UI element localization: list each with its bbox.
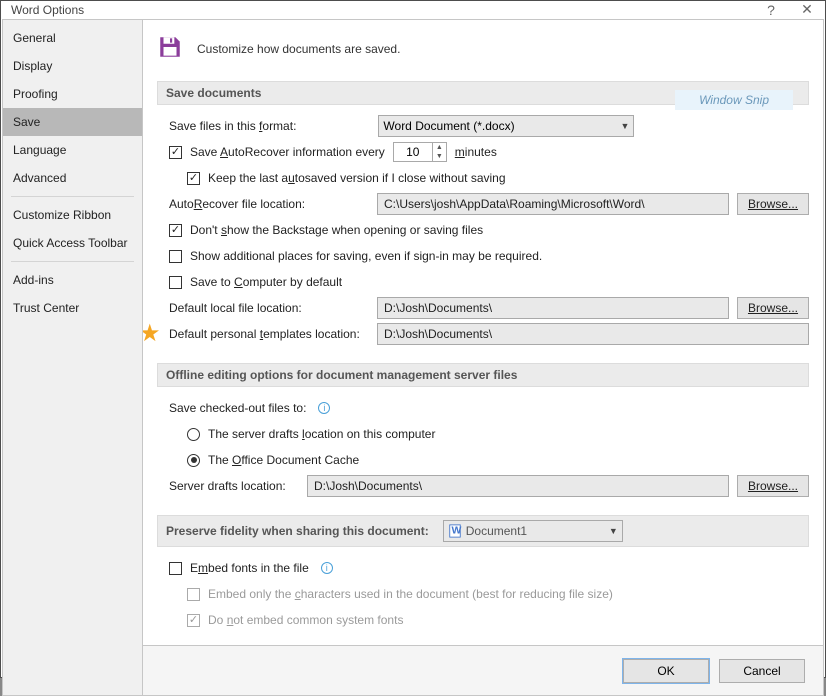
- section-offline-editing: Offline editing options for document man…: [157, 363, 809, 387]
- sidebar-separator: [11, 261, 134, 262]
- server-drafts-browse-button[interactable]: Browse...: [737, 475, 809, 497]
- autorecover-label: Save AutoRecover information every: [190, 145, 385, 159]
- titlebar: Word Options ? ✕: [1, 1, 825, 18]
- sidebar-item-trust-center[interactable]: Trust Center: [3, 294, 142, 322]
- content-pane: Window Snip Customize how documents are …: [143, 20, 823, 695]
- sidebar-item-general[interactable]: General: [3, 24, 142, 52]
- info-icon[interactable]: i: [321, 562, 333, 574]
- embed-fonts-checkbox[interactable]: [169, 562, 182, 575]
- default-local-location-label: Default local file location:: [169, 301, 369, 315]
- do-not-embed-common-label: Do not embed common system fonts: [208, 613, 403, 627]
- dialog-footer: OK Cancel: [143, 645, 823, 695]
- save-format-value: Word Document (*.docx): [383, 119, 514, 133]
- dont-show-backstage-label: Don't show the Backstage when opening or…: [190, 223, 483, 237]
- page-header: Customize how documents are saved.: [197, 42, 400, 56]
- personal-templates-input[interactable]: D:\Josh\Documents\: [377, 323, 809, 345]
- office-cache-radio-label: The Office Document Cache: [208, 453, 359, 467]
- autorecover-location-label: AutoRecover file location:: [169, 197, 369, 211]
- server-drafts-radio[interactable]: [187, 428, 200, 441]
- preserve-fidelity-label: Preserve fidelity when sharing this docu…: [166, 524, 429, 538]
- sidebar-item-add-ins[interactable]: Add-ins: [3, 266, 142, 294]
- preserve-document-dropdown[interactable]: W Document1 ▼: [443, 520, 623, 542]
- dialog-title: Word Options: [11, 3, 84, 17]
- default-local-browse-button[interactable]: Browse...: [737, 297, 809, 319]
- star-marker-icon: ★: [143, 319, 161, 348]
- word-doc-icon: W: [448, 524, 462, 538]
- window-snip-label: Window Snip: [675, 90, 793, 110]
- chevron-down-icon: ▼: [620, 121, 629, 131]
- sidebar-item-quick-access[interactable]: Quick Access Toolbar: [3, 229, 142, 257]
- help-button[interactable]: ?: [753, 2, 789, 18]
- checked-out-label: Save checked-out files to:: [169, 401, 306, 415]
- category-sidebar: General Display Proofing Save Language A…: [3, 20, 143, 695]
- minutes-label: minutes: [455, 145, 497, 159]
- autorecover-minutes-spinner[interactable]: 10 ▲▼: [393, 142, 447, 162]
- word-options-dialog: Word Options ? ✕ General Display Proofin…: [0, 0, 826, 678]
- embed-only-characters-checkbox: [187, 588, 200, 601]
- sidebar-separator: [11, 196, 134, 197]
- save-to-computer-label: Save to Computer by default: [190, 275, 342, 289]
- sidebar-item-language[interactable]: Language: [3, 136, 142, 164]
- close-button[interactable]: ✕: [789, 1, 825, 18]
- personal-templates-label: Default personal templates location:: [169, 327, 369, 341]
- sidebar-item-save[interactable]: Save: [3, 108, 142, 136]
- autorecover-location-input[interactable]: C:\Users\josh\AppData\Roaming\Microsoft\…: [377, 193, 729, 215]
- sidebar-item-display[interactable]: Display: [3, 52, 142, 80]
- save-icon: [157, 34, 183, 63]
- default-local-location-input[interactable]: D:\Josh\Documents\: [377, 297, 729, 319]
- spinner-up-icon[interactable]: ▲: [433, 143, 446, 152]
- cancel-button[interactable]: Cancel: [719, 659, 805, 683]
- preserve-document-value: Document1: [466, 524, 527, 538]
- keep-last-autosaved-label: Keep the last autosaved version if I clo…: [208, 171, 506, 185]
- autorecover-browse-button[interactable]: Browse...: [737, 193, 809, 215]
- server-drafts-location-label: Server drafts location:: [169, 479, 299, 493]
- embed-only-characters-label: Embed only the characters used in the do…: [208, 587, 613, 601]
- svg-text:W: W: [451, 525, 461, 537]
- sidebar-item-customize-ribbon[interactable]: Customize Ribbon: [3, 201, 142, 229]
- server-drafts-radio-label: The server drafts location on this compu…: [208, 427, 435, 441]
- server-drafts-location-input[interactable]: D:\Josh\Documents\: [307, 475, 729, 497]
- keep-last-autosaved-checkbox[interactable]: [187, 172, 200, 185]
- ok-button[interactable]: OK: [623, 659, 709, 683]
- info-icon[interactable]: i: [318, 402, 330, 414]
- save-to-computer-checkbox[interactable]: [169, 276, 182, 289]
- save-format-label: Save files in this format:: [169, 119, 296, 133]
- dont-show-backstage-checkbox[interactable]: [169, 224, 182, 237]
- sidebar-item-proofing[interactable]: Proofing: [3, 80, 142, 108]
- chevron-down-icon: ▼: [609, 526, 618, 536]
- show-additional-places-label: Show additional places for saving, even …: [190, 249, 542, 263]
- show-additional-places-checkbox[interactable]: [169, 250, 182, 263]
- spinner-down-icon[interactable]: ▼: [433, 152, 446, 161]
- office-cache-radio[interactable]: [187, 454, 200, 467]
- save-format-dropdown[interactable]: Word Document (*.docx) ▼: [378, 115, 634, 137]
- sidebar-item-advanced[interactable]: Advanced: [3, 164, 142, 192]
- autorecover-checkbox[interactable]: [169, 146, 182, 159]
- do-not-embed-common-checkbox: [187, 614, 200, 627]
- section-preserve-fidelity: Preserve fidelity when sharing this docu…: [157, 515, 809, 547]
- autorecover-minutes-value: 10: [394, 145, 432, 159]
- embed-fonts-label: Embed fonts in the file: [190, 561, 309, 575]
